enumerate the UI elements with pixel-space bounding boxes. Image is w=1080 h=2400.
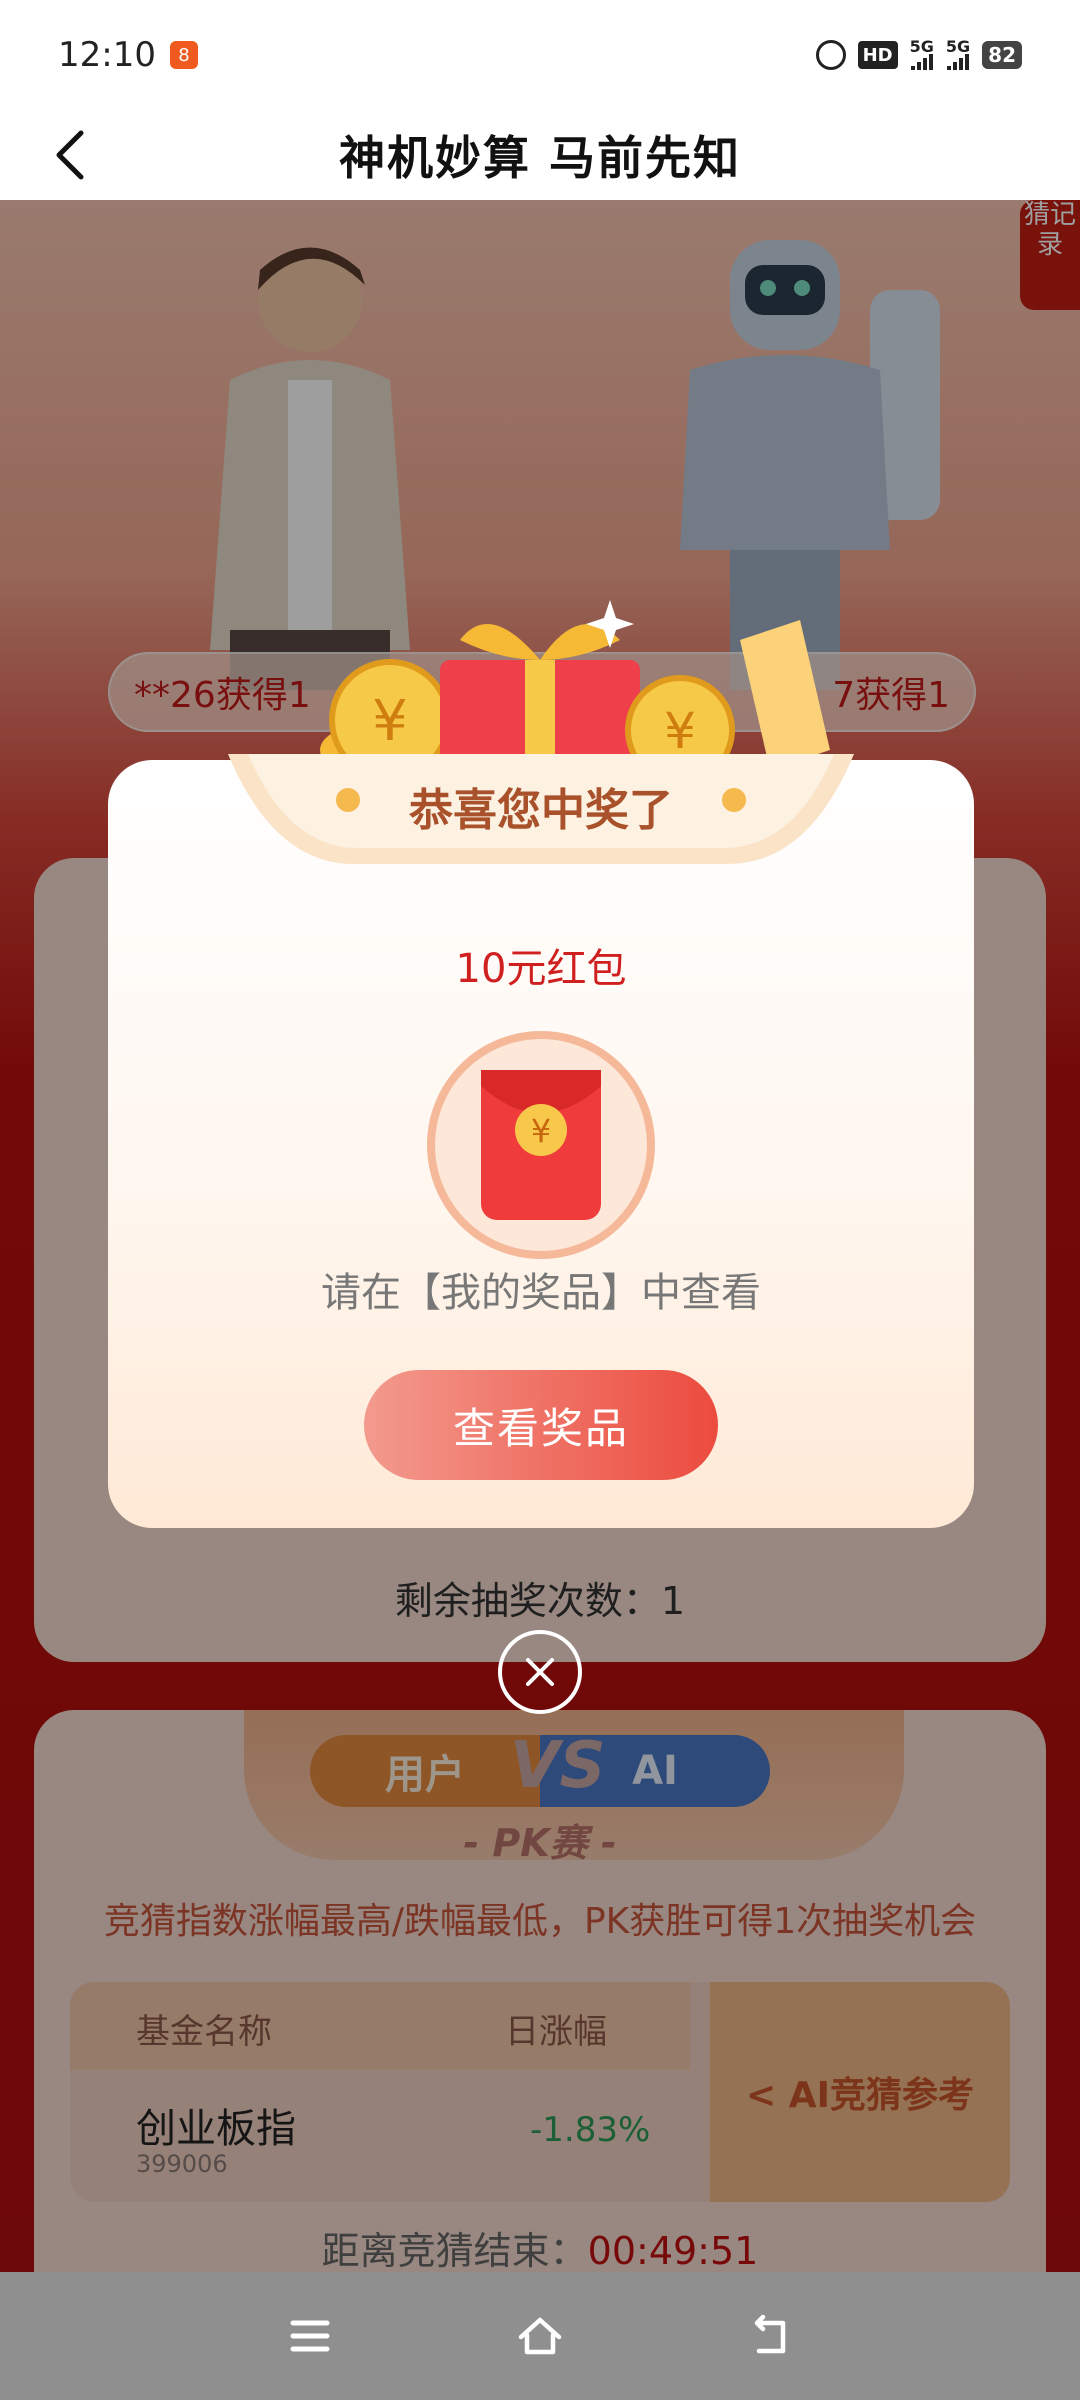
close-icon	[526, 1658, 554, 1686]
signal-icon: 5G	[909, 37, 934, 70]
system-nav-bar	[0, 2272, 1080, 2400]
svg-text:¥: ¥	[531, 1112, 551, 1150]
svg-text:¥: ¥	[372, 689, 408, 754]
network-type-label: 5G	[909, 37, 934, 56]
hd-icon: HD	[857, 41, 898, 69]
svg-text:¥: ¥	[664, 702, 696, 760]
page-title: 神机妙算 马前先知	[338, 131, 741, 185]
app-notification-icon: 8	[169, 41, 198, 69]
modal-title: 恭喜您中奖了	[409, 785, 673, 836]
network-type-label: 5G	[945, 37, 971, 56]
prize-hint: 请在【我的奖品】中查看	[321, 1270, 761, 1316]
menu-icon	[290, 2320, 330, 2352]
status-time: 12:10	[58, 35, 156, 75]
back-icon	[754, 2314, 786, 2354]
prize-modal: 恭喜您中奖了 10元红包 ¥ 请在【我的奖品】中查看 查看奖品	[108, 754, 974, 1528]
back-nav-button[interactable]	[740, 2306, 800, 2366]
battery-icon: 82	[982, 41, 1022, 69]
back-button[interactable]	[40, 124, 102, 186]
home-icon	[518, 2317, 562, 2355]
prize-name: 10元红包	[455, 946, 627, 992]
alarm-icon	[815, 40, 846, 70]
top-app-bar: 神机妙算 马前先知	[0, 110, 1080, 200]
home-button[interactable]	[510, 2306, 570, 2366]
status-bar: 12:10 8 HD 5G 5G 82	[0, 0, 1080, 110]
signal-icon: 5G	[945, 37, 971, 70]
chevron-left-icon	[56, 130, 84, 180]
status-icons: HD 5G 5G 82	[815, 37, 1022, 70]
view-prize-button[interactable]: 查看奖品	[364, 1370, 718, 1480]
red-envelope-icon: ¥	[427, 1031, 655, 1259]
menu-button[interactable]	[280, 2306, 340, 2366]
close-modal-button[interactable]	[498, 1630, 582, 1714]
